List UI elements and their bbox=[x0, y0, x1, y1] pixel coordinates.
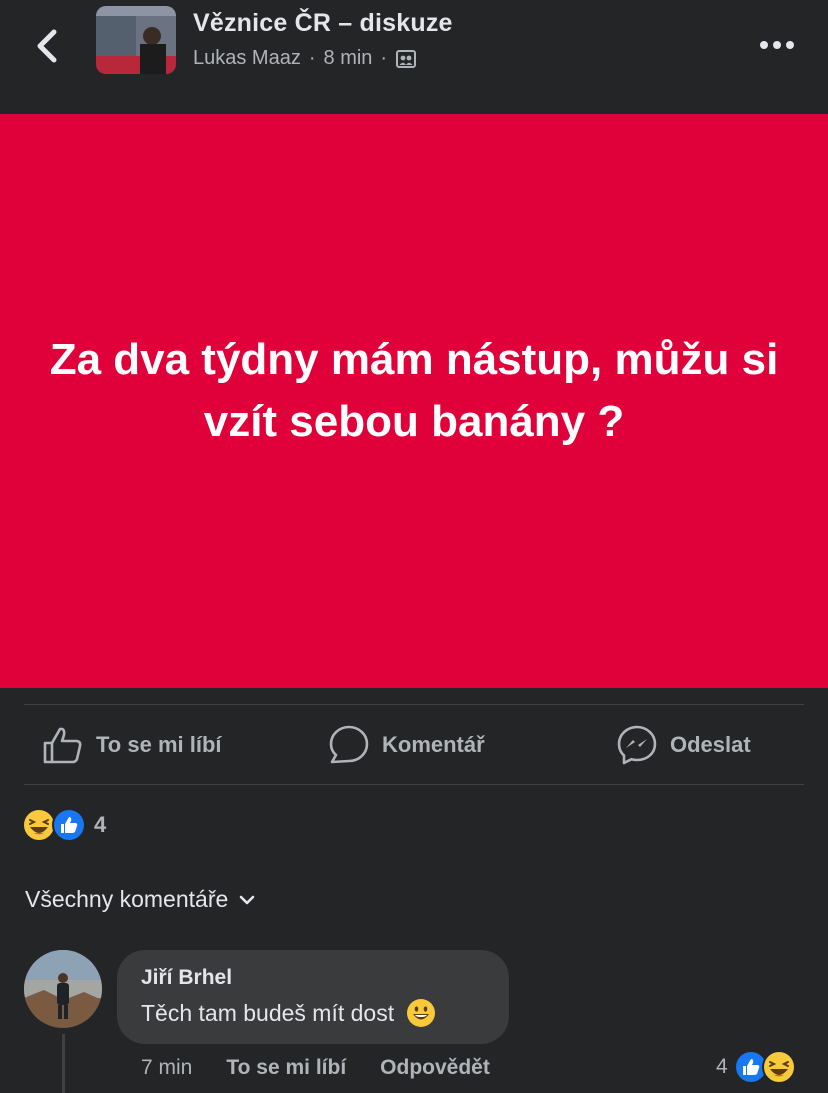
more-options-button[interactable] bbox=[760, 38, 800, 52]
comment-author[interactable]: Jiří Brhel bbox=[141, 966, 232, 990]
comment-bubble[interactable]: Jiří Brhel Těch tam budeš mít dost bbox=[117, 950, 509, 1044]
author-name[interactable]: Lukas Maaz bbox=[193, 47, 301, 70]
chevron-left-icon bbox=[37, 29, 57, 63]
comment-bubble-icon bbox=[329, 725, 369, 764]
haha-emoji-icon bbox=[22, 808, 56, 842]
meta-separator-2: · bbox=[380, 47, 388, 69]
group-privacy-icon bbox=[396, 49, 417, 68]
more-dot-icon bbox=[773, 41, 781, 49]
comment-reaction-count: 4 bbox=[716, 1055, 728, 1078]
more-dot-icon bbox=[786, 41, 794, 49]
comment-reply-button[interactable]: Odpovědět bbox=[380, 1056, 490, 1080]
post-time[interactable]: 8 min bbox=[324, 47, 373, 70]
post-header: Věznice ČR – diskuze Lukas Maaz · 8 min … bbox=[0, 0, 828, 112]
comment-text: Těch tam budeš mít dost bbox=[141, 998, 436, 1028]
post-content[interactable]: Za dva týdny mám nástup, můžu si vzít se… bbox=[0, 114, 828, 688]
comment-footer: 7 min To se mi líbí Odpovědět bbox=[141, 1056, 490, 1080]
chevron-down-icon bbox=[239, 895, 255, 904]
comment-reactions[interactable]: 4 bbox=[716, 1050, 796, 1084]
like-button[interactable]: To se mi líbí bbox=[42, 706, 222, 784]
share-button[interactable]: Odeslat bbox=[616, 706, 751, 784]
share-label: Odeslat bbox=[670, 732, 751, 757]
commenter-photo-image bbox=[24, 950, 102, 1028]
grinning-emoji-icon bbox=[407, 999, 436, 1027]
comments-filter-dropdown[interactable]: Všechny komentáře bbox=[25, 886, 256, 913]
reaction-count: 4 bbox=[94, 812, 107, 837]
post-meta: Lukas Maaz · 8 min · bbox=[193, 47, 417, 70]
divider bbox=[24, 704, 804, 705]
thumbs-up-icon bbox=[43, 727, 82, 764]
post-actions: To se mi líbí Komentář Odeslat bbox=[0, 706, 828, 784]
like-emoji-icon bbox=[52, 808, 86, 842]
comment-label: Komentář bbox=[382, 732, 485, 757]
reactions-summary[interactable]: 4 bbox=[22, 808, 106, 842]
commenter-avatar[interactable] bbox=[24, 950, 102, 1028]
group-photo-image bbox=[96, 6, 176, 74]
more-dot-icon bbox=[760, 41, 768, 49]
divider bbox=[24, 784, 804, 785]
comment-like-button[interactable]: To se mi líbí bbox=[226, 1056, 346, 1080]
haha-emoji-icon bbox=[761, 1050, 796, 1084]
like-label: To se mi líbí bbox=[96, 732, 222, 757]
comment-time: 7 min bbox=[141, 1056, 193, 1079]
group-name[interactable]: Věznice ČR – diskuze bbox=[193, 9, 453, 38]
reply-thread-line bbox=[62, 1034, 65, 1093]
post-text: Za dva týdny mám nástup, můžu si vzít se… bbox=[49, 335, 779, 446]
messenger-icon bbox=[617, 725, 657, 765]
group-avatar[interactable] bbox=[96, 6, 176, 74]
comments-filter-label: Všechny komentáře bbox=[25, 886, 229, 912]
comment-text-content: Těch tam budeš mít dost bbox=[141, 999, 395, 1026]
comment-button[interactable]: Komentář bbox=[328, 706, 485, 784]
back-button[interactable] bbox=[30, 24, 66, 68]
meta-separator: · bbox=[308, 47, 316, 69]
